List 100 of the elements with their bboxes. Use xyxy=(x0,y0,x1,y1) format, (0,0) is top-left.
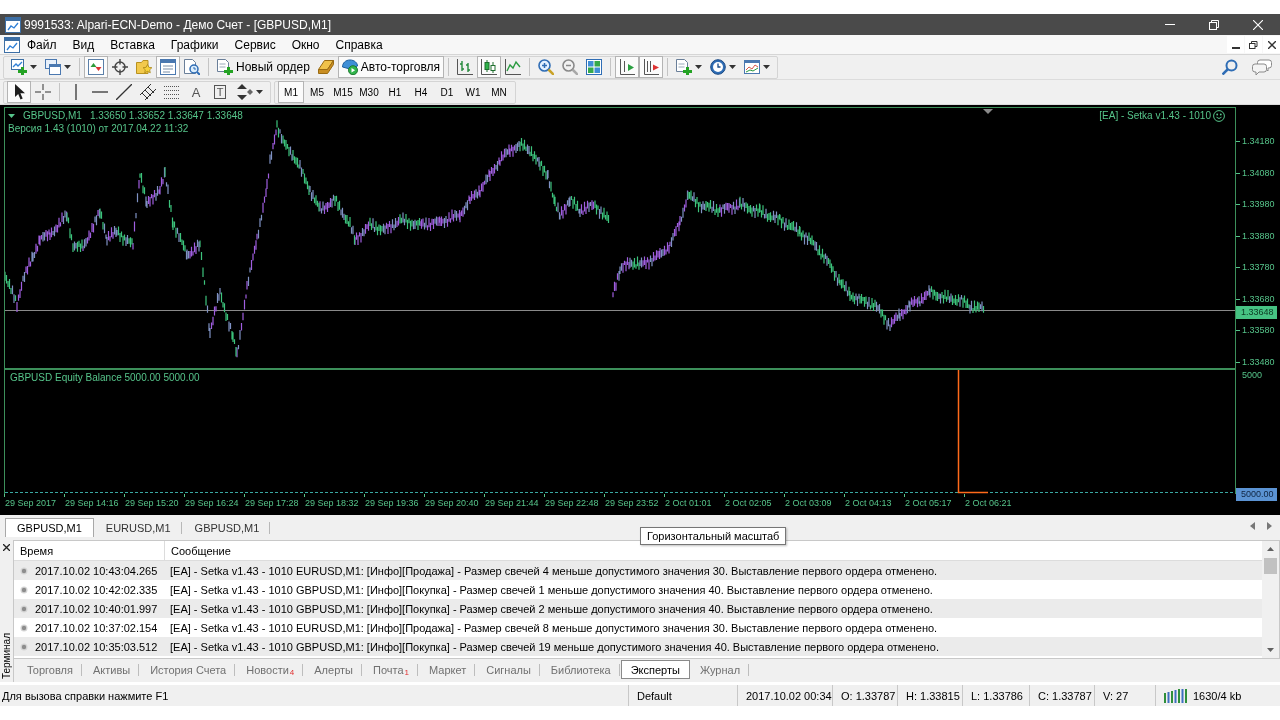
caret-icon xyxy=(763,65,771,69)
timeframe-button[interactable]: D1 xyxy=(434,81,460,103)
timeframe-button[interactable]: M5 xyxy=(304,81,330,103)
menu-item[interactable]: Вид xyxy=(64,37,103,52)
chart-shift-icon xyxy=(643,59,660,75)
menu-item[interactable]: Справка xyxy=(327,37,391,52)
log-time: 2017.10.02 10:42:02.335 xyxy=(35,583,158,596)
equity-axis-label: 5000 xyxy=(1241,370,1263,381)
toolbar-button[interactable]: Авто-торговля xyxy=(337,56,445,78)
restore-icon xyxy=(1249,40,1258,49)
timeframe-button[interactable]: W1 xyxy=(460,81,486,103)
terminal-tab[interactable]: Эксперты xyxy=(620,660,690,679)
toolbar-button[interactable] xyxy=(477,56,502,78)
indicator-comment: Версия 1.43 (1010) от 2017.04.22 11:32 xyxy=(8,123,189,135)
folder-star-icon xyxy=(136,59,152,75)
log-dot-icon xyxy=(20,566,28,575)
timeframe-button[interactable]: H4 xyxy=(408,81,434,103)
scroll-right-icon[interactable] xyxy=(1267,522,1272,530)
log-dot-icon xyxy=(20,623,28,632)
search-icon[interactable] xyxy=(1222,59,1238,75)
minimize-icon xyxy=(1165,24,1175,25)
volume: V: 27 xyxy=(1103,689,1129,702)
toolbar-button[interactable] xyxy=(639,56,664,78)
timeframe-button[interactable]: M30 xyxy=(356,81,382,103)
chart-template-icon xyxy=(744,59,761,75)
cap-play-icon xyxy=(341,59,358,75)
restore-icon xyxy=(1209,19,1219,30)
timeframe-button[interactable]: M15 xyxy=(330,81,356,103)
toolbar-button[interactable] xyxy=(7,81,31,103)
zoom-in-icon xyxy=(538,59,555,75)
log-message: [EA] - Setka v1.43 - 1010 EURUSD,M1: [Инфо][Продажа] - Размер свечей 8 меньше допустимого значения 30. Выставление первого ордера отменено. xyxy=(169,621,939,634)
text-tool-button[interactable]: A xyxy=(184,81,208,103)
arrows-icon xyxy=(236,84,253,100)
chart-quote: 1.33650 1.33652 1.33647 1.33648 xyxy=(89,110,243,122)
menu-item[interactable]: Вставка xyxy=(102,37,163,52)
channel-icon xyxy=(140,84,156,100)
line-chart-icon xyxy=(505,59,522,75)
column-header[interactable]: Время xyxy=(20,544,54,557)
close-icon xyxy=(1253,19,1263,30)
fibonacci-icon xyxy=(164,84,180,100)
log-message: [EA] - Setka v1.43 - 1010 EURUSD,M1: [Инфо][Продажа] - Размер свечей 4 меньше допустимого значения 30. Выставление первого ордера отменено. xyxy=(169,564,939,577)
current-price-label: 1.33648 xyxy=(1236,306,1277,319)
menu-item[interactable]: Файл xyxy=(19,37,65,52)
windows-icon xyxy=(45,59,61,75)
caret-icon xyxy=(30,65,37,69)
expert-label: [EA] - Setka v1.43 - 1010 xyxy=(1099,110,1211,122)
window-title: 9991533: Alpari-ECN-Demo - Демо Счет - [GBPUSD,M1] xyxy=(24,17,333,32)
open-price: O: 1.33787 xyxy=(841,689,896,702)
tile-windows-icon xyxy=(586,59,603,75)
caret-icon xyxy=(695,65,703,69)
chart-arrow-icon xyxy=(619,59,636,75)
vertical-line-icon xyxy=(75,84,77,100)
crosshair-icon xyxy=(35,84,51,100)
close-button[interactable] xyxy=(1263,36,1280,53)
equity-label: GBPUSD Equity Balance 5000.00 5000.00 xyxy=(10,372,200,384)
restore-button[interactable] xyxy=(1245,36,1262,53)
scroll-left-icon[interactable] xyxy=(1250,522,1255,530)
log-dot-icon xyxy=(20,642,28,651)
chart-symbol: GBPUSD,M1 xyxy=(23,110,82,122)
timeframe-button[interactable]: H1 xyxy=(382,81,408,103)
log-message: [EA] - Setka v1.43 - 1010 GBPUSD,M1: [Инфо][Покупка] - Размер свечей 19 меньше допустимого значения 40. Выставление первого ордера отменено. xyxy=(169,640,940,653)
menu-item[interactable]: Окно xyxy=(283,37,328,52)
toolbar-button[interactable] xyxy=(615,56,640,78)
minimize-button[interactable] xyxy=(1227,36,1244,53)
high-price: H: 1.33815 xyxy=(906,689,960,702)
book-icon xyxy=(317,59,334,75)
close-price: C: 1.33787 xyxy=(1038,689,1092,702)
caret-icon xyxy=(8,114,15,118)
chart-window-icon xyxy=(5,16,21,33)
document-magnifier-icon xyxy=(184,59,200,75)
tooltip: Горизонтальный масштаб xyxy=(640,527,787,545)
caret-icon xyxy=(256,90,263,94)
log-time: 2017.10.02 10:35:03.512 xyxy=(35,640,158,653)
unread-count: 1 xyxy=(404,668,409,678)
cursor-icon xyxy=(13,84,25,100)
log-message: [EA] - Setka v1.43 - 1010 GBPUSD,M1: [Инфо][Покупка] - Размер свечей 2 меньше допустимого значения 40. Выставление первого ордера отменено. xyxy=(169,602,934,615)
menu-item[interactable]: Графики xyxy=(162,37,227,52)
toolbar-button[interactable]: Новый ордер xyxy=(213,56,314,78)
profile-name: Default xyxy=(637,689,672,702)
trend-line-icon xyxy=(116,84,132,100)
equity-value-label: 5000.00 xyxy=(1236,488,1277,501)
chart-tab[interactable]: GBPUSD,M1 xyxy=(5,518,94,537)
column-header[interactable]: Сообщение xyxy=(165,544,1262,557)
close-icon[interactable] xyxy=(3,544,10,551)
chat-icon[interactable] xyxy=(1252,59,1272,75)
label-tool-button[interactable]: T xyxy=(208,81,232,103)
horizontal-line-icon xyxy=(92,91,108,93)
caret-icon xyxy=(64,65,71,69)
caret-icon xyxy=(729,65,737,69)
zoom-out-icon xyxy=(562,59,579,75)
log-time: 2017.10.02 10:40:01.997 xyxy=(35,602,158,615)
timeframe-button[interactable]: MN xyxy=(486,81,512,103)
timeframe-button[interactable]: M1 xyxy=(278,81,304,103)
log-dot-icon xyxy=(20,604,28,613)
shift-marker-icon[interactable] xyxy=(983,109,993,114)
document-plus-icon xyxy=(676,59,693,75)
bar-chart-icon xyxy=(457,59,474,75)
scrollbar[interactable] xyxy=(1262,541,1279,658)
signal-bars-icon xyxy=(1164,688,1187,703)
menu-item[interactable]: Сервис xyxy=(226,37,284,52)
